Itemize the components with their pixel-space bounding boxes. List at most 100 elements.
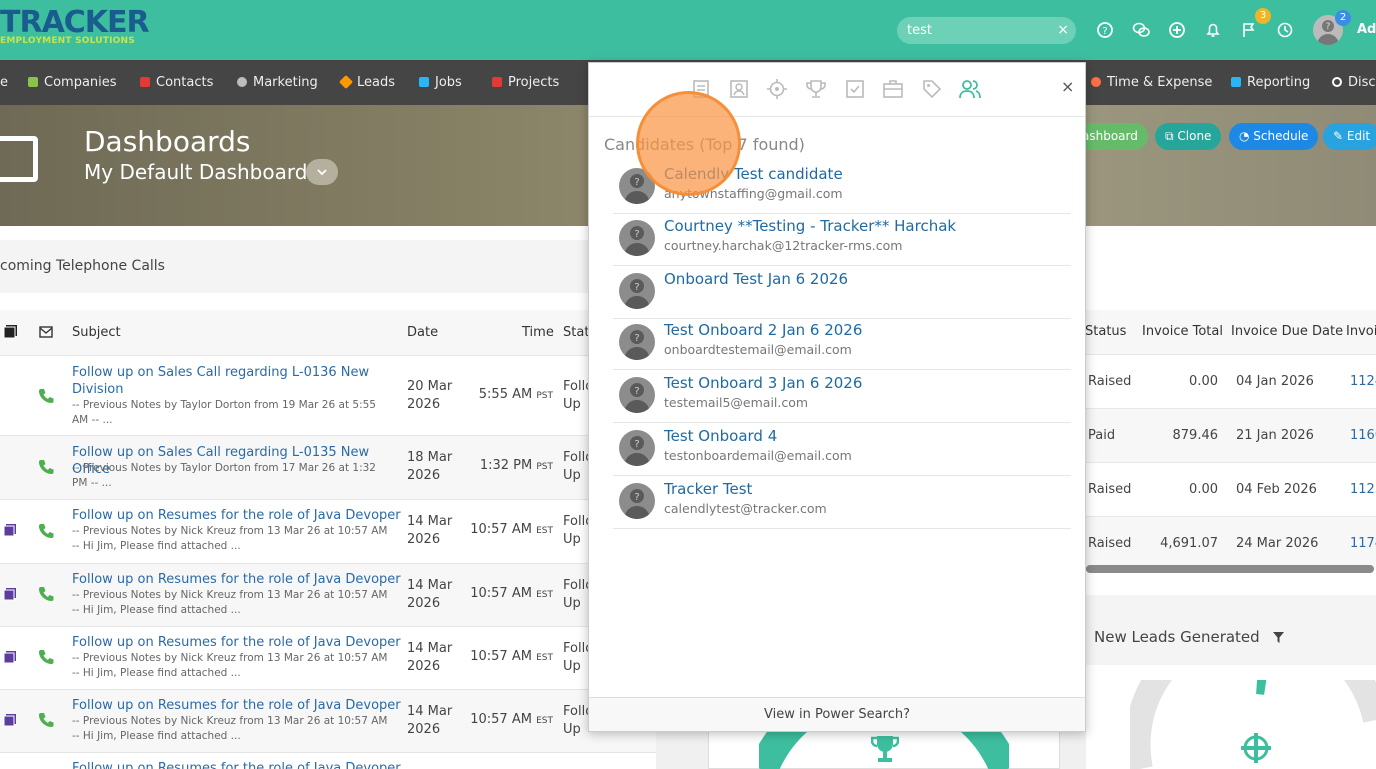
table-row[interactable]: Follow up on Resumes for the role of Jav… [0,689,656,752]
nav-item-jobs[interactable]: Jobs [419,60,462,105]
target-icon[interactable] [766,78,788,100]
avatar-silhouette-icon: ? [624,383,650,413]
invoice-number-link[interactable]: 1174 [1350,536,1376,551]
candidate-result[interactable]: ? Test Onboard 3 Jan 6 2026 testemail5@e… [613,370,1071,423]
table-row[interactable]: Follow up on Sales Call regarding L-0135… [0,435,656,499]
candidate-result[interactable]: ? Tracker Test calendlytest@tracker.com [613,476,1071,529]
nav-item-projects[interactable]: Projects [492,60,559,105]
candidate-name-link[interactable]: Test Onboard 2 Jan 6 2026 [664,321,862,339]
edit-button[interactable]: ✎ Edit [1323,123,1376,150]
nav-item-discover[interactable]: Disc [1332,60,1376,105]
view-in-power-search-link[interactable]: View in Power Search? [589,697,1085,731]
candidate-result[interactable]: ? Calendly Test candidate anytownstaffin… [613,161,1071,214]
nav-item-contacts[interactable]: Contacts [140,60,213,105]
candidate-name-link[interactable]: Test Onboard 3 Jan 6 2026 [664,374,862,392]
column-header-invoice-number[interactable]: Invoi [1346,324,1376,339]
candidate-result[interactable]: ? Onboard Test Jan 6 2026 [613,266,1071,319]
candidate-result[interactable]: ? Test Onboard 4 testonboardemail@email.… [613,423,1071,476]
dashboard-select-button[interactable] [306,159,338,185]
column-header-invoice-total[interactable]: Invoice Total [1142,324,1223,339]
column-header-invoice-due-date[interactable]: Invoice Due Date [1231,324,1343,339]
add-icon[interactable] [1168,21,1186,39]
nav-item-time-expense[interactable]: Time & Expense [1091,60,1212,105]
flag-badge: 3 [1255,8,1271,24]
invoice-due-date: 21 Jan 2026 [1236,428,1314,443]
filter-icon[interactable] [1272,631,1285,644]
nav-item-truncated[interactable]: e [0,60,8,105]
mail-icon[interactable] [39,325,53,339]
call-date: 14 Mar 2026 [407,514,453,547]
nav-item-marketing[interactable]: Marketing [237,60,318,105]
select-all-icon[interactable] [3,324,18,339]
chat-icon[interactable] [1132,21,1150,39]
candidate-result[interactable]: ? Courtney **Testing - Tracker** Harchak… [613,213,1071,266]
nav-label: Projects [508,75,560,90]
table-row[interactable] [1086,408,1376,462]
candidate-name-link[interactable]: Courtney **Testing - Tracker** Harchak [664,217,956,235]
table-row[interactable]: Follow up on Resumes for the role of Jav… [0,626,656,689]
column-header-subject[interactable]: Subject [72,325,121,340]
global-search[interactable]: × [897,17,1076,44]
checkbox-icon[interactable] [844,78,866,100]
contacts-icon [140,77,150,87]
tag-icon[interactable] [921,78,943,100]
column-header-date[interactable]: Date [407,325,438,340]
nav-item-companies[interactable]: Companies [28,60,117,105]
candidate-name-link[interactable]: Test Onboard 4 [664,427,777,445]
clone-button[interactable]: ⧉ Clone [1155,123,1222,150]
book-icon [3,524,16,537]
call-subject-link[interactable]: Follow up on Resumes for the role of Jav… [72,634,402,651]
table-row[interactable]: Follow up on Resumes for the role of Jav… [0,563,656,626]
schedule-button[interactable]: ◔ Schedule [1229,123,1319,150]
close-icon[interactable]: × [1061,77,1074,96]
candidate-name-link[interactable]: Onboard Test Jan 6 2026 [664,270,848,288]
call-subject-link[interactable]: Follow up on Resumes for the role of Jav… [72,760,402,769]
avatar: ? [619,273,655,309]
invoice-number-link[interactable]: 1124 [1350,374,1376,389]
call-time: 1:32 PM PST [460,458,553,473]
help-icon[interactable]: ? [1096,21,1114,39]
search-clear-icon[interactable]: × [1057,23,1069,37]
chevron-down-icon [317,169,327,176]
horizontal-scrollbar[interactable] [1086,565,1374,573]
search-input[interactable] [907,20,1057,41]
call-subject-link[interactable]: Follow up on Resumes for the role of Jav… [72,507,402,524]
call-subject-link[interactable]: Follow up on Resumes for the role of Jav… [72,571,402,588]
history-icon[interactable] [1276,21,1294,39]
avatar: ? [619,324,655,360]
contact-card-icon[interactable] [728,78,750,100]
candidate-result[interactable]: ? Test Onboard 2 Jan 6 2026 onboardteste… [613,317,1071,370]
table-row[interactable]: Follow up on Resumes for the role of Jav… [0,499,656,563]
user-name[interactable]: Ad [1357,22,1376,37]
avatar-badge: 2 [1335,10,1351,26]
call-subject-link[interactable]: Follow up on Resumes for the role of Jav… [72,697,402,714]
invoice-number-link[interactable]: 1160 [1350,428,1376,443]
table-row[interactable]: Follow up on Resumes for the role of Jav… [0,752,656,769]
briefcase-icon[interactable] [882,78,904,100]
call-time: 5:55 AM PST [460,387,553,402]
column-header-time[interactable]: Time [522,325,554,340]
logo[interactable]: TRACKER EMPLOYMENT SOLUTIONS [0,8,150,47]
nav-label: Leads [357,75,396,90]
timezone: EST [536,526,553,536]
candidate-name-link[interactable]: Calendly Test candidate [664,165,843,183]
search-category-tabs: × [589,63,1085,117]
avatar: ? [619,483,655,519]
column-header-status[interactable]: Status [1085,324,1126,339]
trophy-icon[interactable] [805,78,827,100]
table-row[interactable]: Follow up on Sales Call regarding L-0136… [0,355,656,435]
call-status: Follow Up [563,641,591,674]
flag-icon[interactable] [1240,21,1258,39]
nav-item-leads[interactable]: Leads [338,60,396,105]
candidate-name-link[interactable]: Tracker Test [664,480,752,498]
candidates-icon[interactable] [959,78,981,100]
nav-label: Jobs [435,75,462,90]
invoice-number-link[interactable]: 1125 [1350,482,1376,497]
call-subject-link[interactable]: Follow up on Sales Call regarding L-0136… [72,364,402,398]
column-header-status[interactable]: Stat [563,325,589,340]
book-icon [3,588,16,601]
invoice-total: 0.00 [1189,374,1218,389]
document-icon[interactable] [690,78,712,100]
bell-icon[interactable] [1204,21,1222,39]
nav-item-reporting[interactable]: Reporting [1231,60,1310,105]
